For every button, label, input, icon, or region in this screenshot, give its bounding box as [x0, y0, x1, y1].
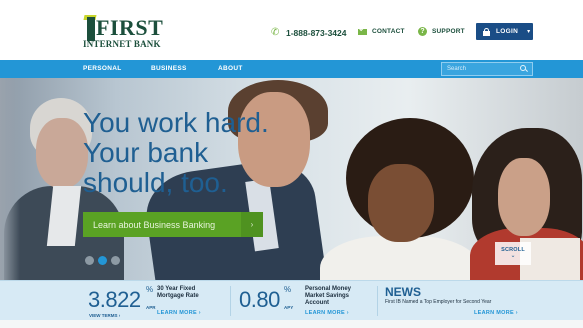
- rates-strip: 3.822 % APR 30 Year Fixed Mortgage Rate …: [0, 280, 583, 320]
- savings-rate-desc: Personal Money Market Savings Account: [305, 286, 352, 306]
- question-icon: ?: [418, 27, 427, 36]
- nav-item-business[interactable]: BUSINESS: [151, 65, 187, 72]
- savings-rate-unit: %: [284, 285, 292, 294]
- news-learn-more-link[interactable]: LEARN MORE ›: [474, 310, 518, 316]
- search-input[interactable]: Search: [441, 62, 533, 76]
- lock-icon: [483, 27, 490, 36]
- phone-number: 1-888-873-3424: [286, 28, 347, 38]
- support-label: SUPPORT: [432, 28, 465, 35]
- contact-label: CONTACT: [372, 28, 405, 35]
- savings-rate-value: 0.80: [239, 287, 280, 312]
- nav-item-about[interactable]: ABOUT: [218, 65, 243, 72]
- mortgage-rate-unit: %: [146, 285, 154, 294]
- chevron-down-icon: ⌄: [510, 253, 516, 259]
- logo-subname: INTERNET BANK: [83, 39, 161, 49]
- nav-item-personal[interactable]: PERSONAL: [83, 65, 122, 72]
- logo-name: FIRST: [96, 15, 164, 40]
- carousel-dot[interactable]: [85, 256, 94, 265]
- carousel-dot[interactable]: [111, 256, 120, 265]
- mortgage-rate-tag: APR: [146, 305, 156, 310]
- chevron-right-icon: ›: [241, 212, 263, 237]
- business-banking-cta-button[interactable]: Learn about Business Banking ›: [83, 212, 263, 237]
- hero-headline: You work hard. Your bank should, too.: [83, 107, 269, 198]
- page-bottom: [0, 320, 583, 328]
- news-card: NEWS First IB Named a Top Employer for S…: [378, 281, 538, 321]
- bank-logo[interactable]: FIRST INTERNET BANK: [82, 14, 164, 50]
- mortgage-rate-value: 3.822: [88, 287, 141, 312]
- scroll-button[interactable]: SCROLL ⌄: [495, 242, 531, 265]
- carousel-dot-active[interactable]: [98, 256, 107, 265]
- savings-rate-card: 0.80 % APY Personal Money Market Savings…: [231, 281, 376, 321]
- login-label: LOGIN: [496, 28, 519, 35]
- carousel-indicators: [85, 256, 120, 265]
- site-header: FIRST INTERNET BANK ✆ 1-888-873-3424 CON…: [0, 0, 583, 60]
- login-button[interactable]: LOGIN ▾: [476, 23, 533, 40]
- hero-banner: You work hard. Your bank should, too. Le…: [0, 78, 583, 280]
- phone-icon: ✆: [271, 27, 280, 38]
- scroll-label: SCROLL: [501, 247, 525, 253]
- savings-rate-tag: APY: [284, 305, 294, 310]
- search-icon[interactable]: [520, 65, 528, 73]
- support-link[interactable]: ? SUPPORT: [418, 27, 465, 36]
- savings-learn-more-link[interactable]: LEARN MORE ›: [305, 310, 349, 316]
- search-placeholder: Search: [447, 66, 467, 72]
- mortgage-learn-more-link[interactable]: LEARN MORE ›: [157, 310, 201, 316]
- page: FIRST INTERNET BANK ✆ 1-888-873-3424 CON…: [0, 0, 583, 328]
- contact-link[interactable]: CONTACT: [358, 28, 405, 35]
- news-title: NEWS: [385, 285, 421, 299]
- envelope-icon: [358, 28, 367, 35]
- cta-label: Learn about Business Banking: [93, 219, 216, 230]
- mortgage-rate-desc: 30 Year Fixed Mortgage Rate: [157, 286, 199, 299]
- view-terms-link[interactable]: VIEW TERMS ›: [89, 313, 120, 318]
- phone-link[interactable]: ✆ 1-888-873-3424: [271, 27, 347, 39]
- main-nav: PERSONAL BUSINESS ABOUT Search: [0, 60, 583, 78]
- mortgage-rate-card: 3.822 % APR 30 Year Fixed Mortgage Rate …: [0, 281, 230, 321]
- chevron-down-icon: ▾: [527, 29, 531, 35]
- news-headline-link[interactable]: First IB Named a Top Employer for Second…: [385, 299, 491, 305]
